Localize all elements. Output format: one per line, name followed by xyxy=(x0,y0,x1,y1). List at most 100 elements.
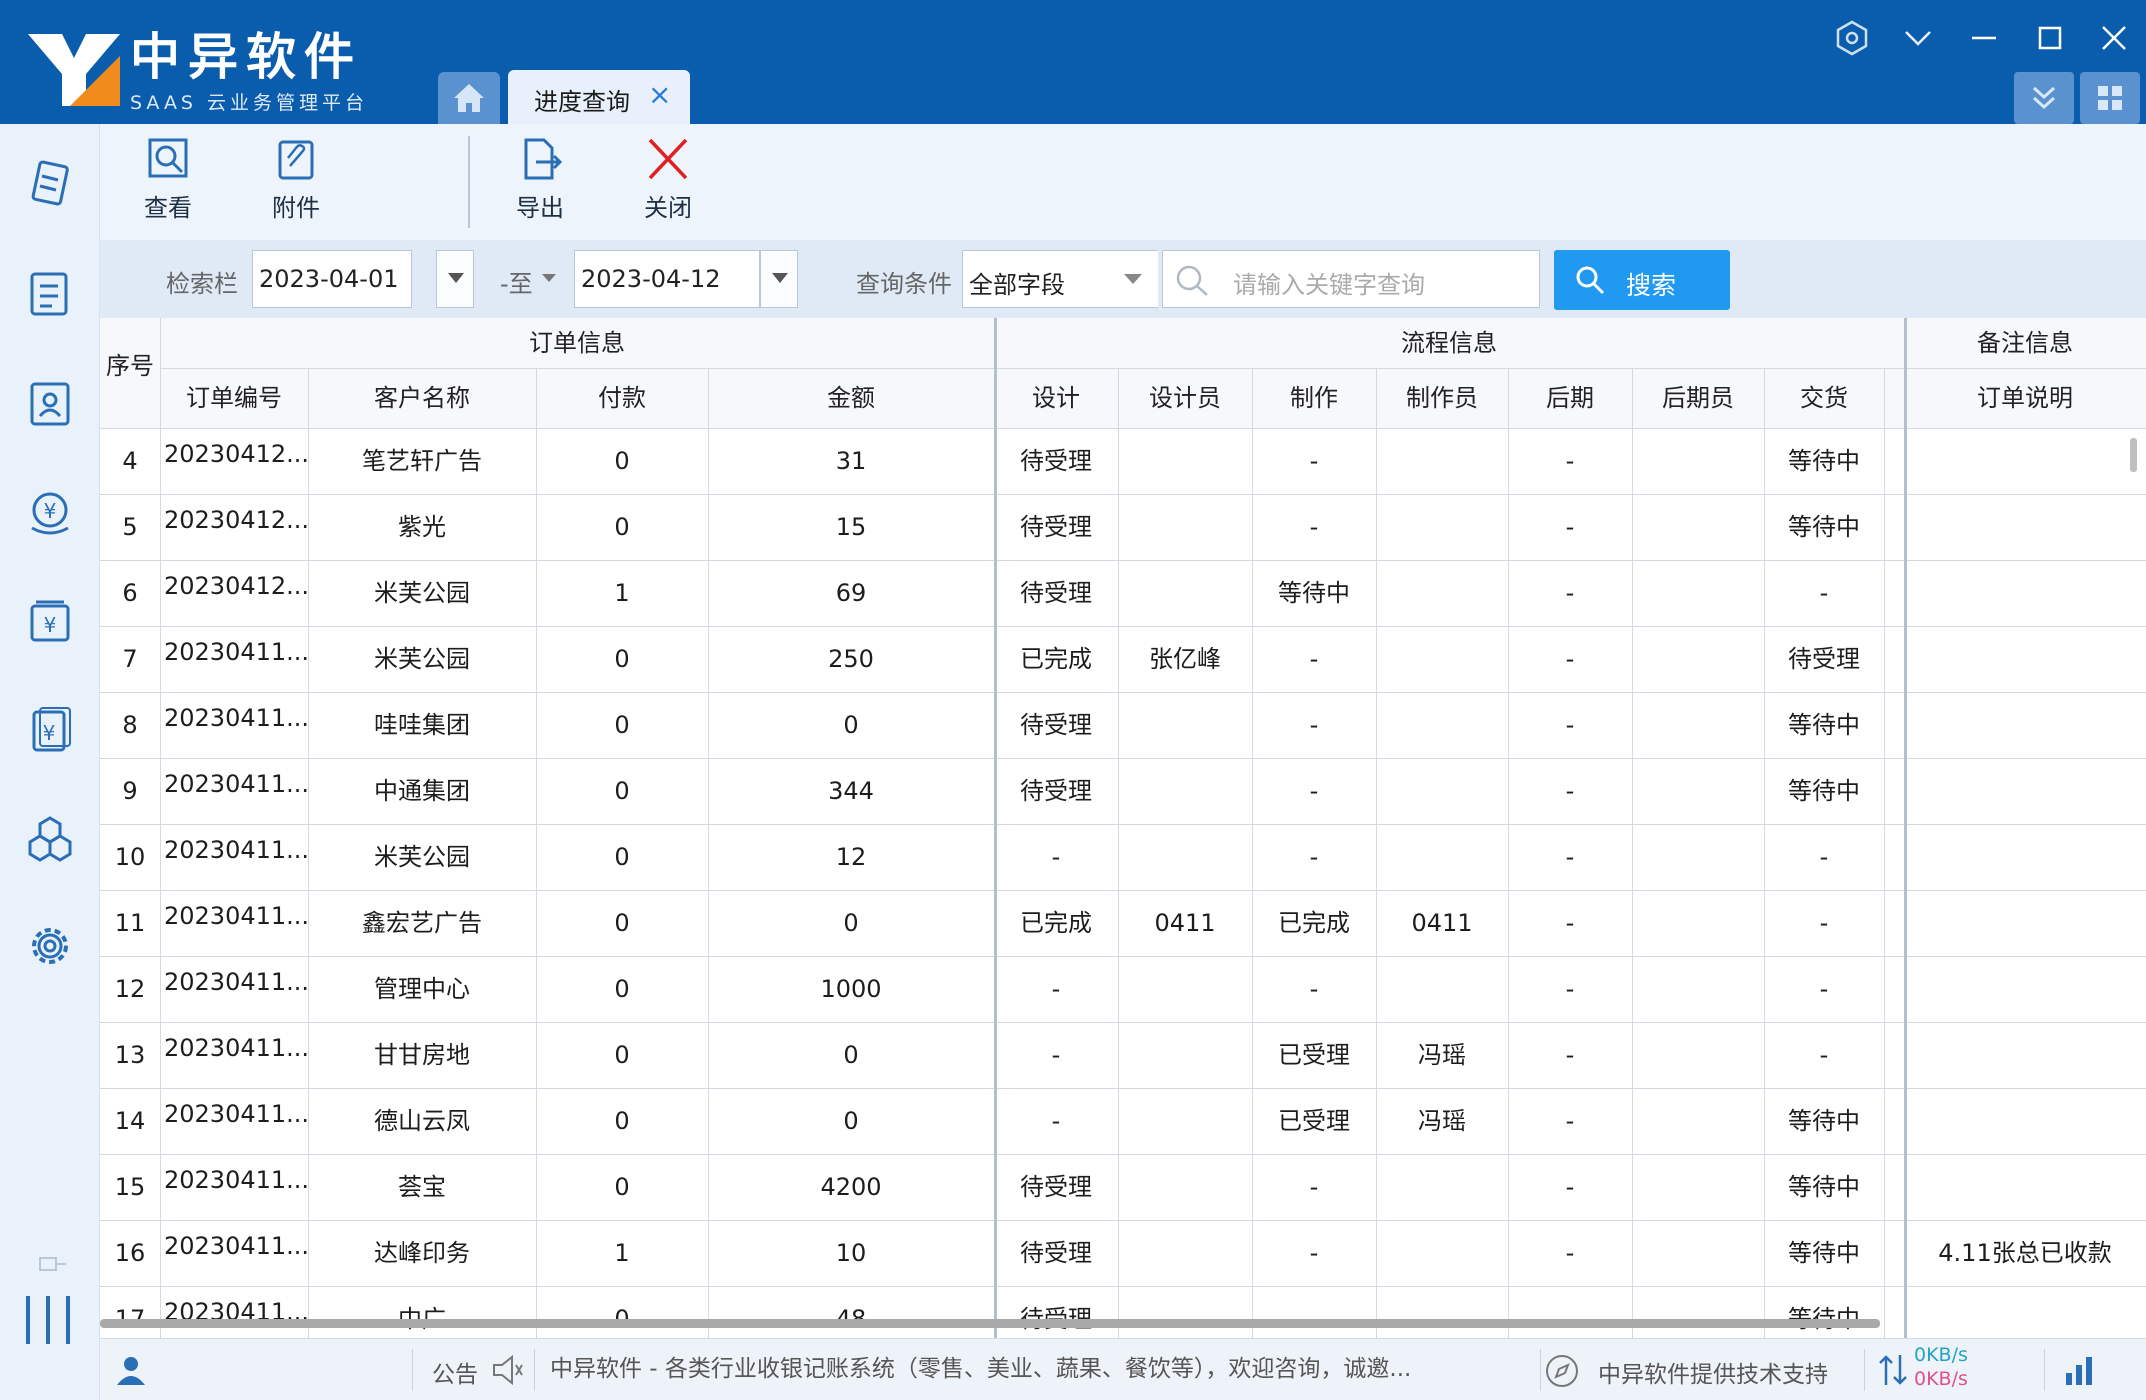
row-divider xyxy=(100,1088,2146,1089)
cell-order-note xyxy=(1904,1088,2146,1154)
sidebar-inventory-icon[interactable] xyxy=(22,810,78,866)
date-from-dropdown-icon[interactable] xyxy=(436,250,474,308)
cell-design: - xyxy=(1051,843,1061,871)
status-separator xyxy=(412,1349,413,1391)
row-divider xyxy=(100,1286,2146,1287)
sidebar-list-icon[interactable] xyxy=(22,266,78,322)
to-chevron-icon[interactable] xyxy=(542,274,556,284)
cell-delivery: 等待中 xyxy=(1788,711,1860,739)
cell-design: 待受理 xyxy=(1020,1173,1092,1201)
cell-post: - xyxy=(1565,447,1575,475)
condition-chevron-icon[interactable] xyxy=(1124,274,1142,286)
cell-post: - xyxy=(1565,1041,1575,1069)
column-header-designer: 设计员 xyxy=(1118,368,1252,428)
column-divider xyxy=(1904,318,1907,1338)
horizontal-scrollbar[interactable] xyxy=(100,1319,1880,1328)
tab-progress-query[interactable]: 进度查询 × xyxy=(508,70,690,124)
download-speed: 0KB/s xyxy=(1914,1368,1968,1390)
column-divider xyxy=(708,368,709,1338)
collapse-tabs-button[interactable] xyxy=(2014,72,2074,124)
cell-design: 待受理 xyxy=(1020,777,1092,805)
attachment-label: 附件 xyxy=(272,194,320,222)
cell-production: - xyxy=(1309,975,1319,1003)
tab-close-icon[interactable]: × xyxy=(648,78,671,111)
cell-post: - xyxy=(1565,843,1575,871)
sidebar-settings-gear-icon[interactable] xyxy=(22,918,78,974)
cell-production: 等待中 xyxy=(1278,579,1350,607)
header-seq: 序号 xyxy=(100,318,160,428)
close-window-icon[interactable] xyxy=(2092,16,2136,60)
cell-production: - xyxy=(1252,1286,1376,1338)
row-divider xyxy=(100,1154,2146,1155)
date-to-input[interactable]: 2023-04-12 xyxy=(574,250,760,308)
date-to-dropdown-icon[interactable] xyxy=(760,250,798,308)
notice-marquee[interactable]: 中异软件 - 各类行业收银记账系统（零售、美业、蔬果、餐饮等），欢迎咨询，诚邀.… xyxy=(550,1349,1596,1383)
column-header-order-no: 订单编号 xyxy=(160,368,308,428)
cell-post-staff xyxy=(1632,1286,1764,1338)
sidebar-orders-icon[interactable] xyxy=(22,156,78,212)
cell-post: - xyxy=(1565,909,1575,937)
speaker-icon[interactable] xyxy=(490,1353,526,1387)
cell-order-no: 20230411... xyxy=(164,902,308,930)
column-header-order-note: 订单说明 xyxy=(1904,368,2146,428)
group-header-process: 流程信息 xyxy=(994,318,1904,368)
cell-order-no: 20230411... xyxy=(164,1166,308,1194)
search-button[interactable]: 搜索 xyxy=(1554,250,1730,310)
search-label: 检索栏 xyxy=(166,270,238,298)
cell-design: - xyxy=(1051,975,1061,1003)
export-button[interactable]: 导出 xyxy=(490,138,590,234)
sidebar-cashier-icon[interactable]: ¥ xyxy=(22,594,78,650)
cell-order-note xyxy=(1904,428,2146,494)
toolbar-separator xyxy=(468,136,470,228)
signal-bars-icon[interactable] xyxy=(2062,1353,2096,1387)
cell-producer xyxy=(1376,494,1508,560)
maximize-icon[interactable] xyxy=(2028,16,2072,60)
sidebar-receipt-icon[interactable]: ¥ xyxy=(22,702,78,758)
attachment-button[interactable]: 附件 xyxy=(246,138,346,234)
cell-order-no: 20230411... xyxy=(164,704,308,732)
cell-seq: 6 xyxy=(122,579,138,607)
sidebar-finance-icon[interactable]: ¥ xyxy=(22,484,78,540)
upload-speed: 0KB/s xyxy=(1914,1344,1968,1366)
cell-production: - xyxy=(1309,1239,1319,1267)
group-header-order: 订单信息 xyxy=(160,318,994,368)
cell-production: 已完成 xyxy=(1278,909,1350,937)
cell-production: 已受理 xyxy=(1278,1107,1350,1135)
column-header-post: 后期 xyxy=(1508,368,1632,428)
sidebar-contacts-icon[interactable] xyxy=(22,376,78,432)
apps-grid-button[interactable] xyxy=(2080,72,2140,124)
brand-subtitle: SAAS 云业务管理平台 xyxy=(130,92,369,114)
keyword-input[interactable]: 请输入关键字查询 xyxy=(1162,250,1540,308)
cell-delivery: 等待中 xyxy=(1788,1173,1860,1201)
settings-hex-icon[interactable] xyxy=(1830,16,1874,60)
status-bar: 公告 中异软件 - 各类行业收银记账系统（零售、美业、蔬果、餐饮等），欢迎咨询，… xyxy=(100,1338,2146,1400)
home-tab[interactable] xyxy=(438,72,500,124)
keyword-placeholder: 请输入关键字查询 xyxy=(1233,271,1425,299)
vertical-scrollbar[interactable] xyxy=(2130,438,2137,472)
date-from-input[interactable]: 2023-04-01 xyxy=(252,250,412,308)
cell-customer: 笔艺轩广告 xyxy=(362,447,482,475)
dropdown-chevron-icon[interactable] xyxy=(1896,16,1940,60)
sidebar-pin-icon[interactable] xyxy=(22,1236,78,1292)
condition-label: 查询条件 xyxy=(856,270,952,298)
view-button[interactable]: 查看 xyxy=(118,138,218,234)
double-chevron-down-icon xyxy=(2032,86,2056,110)
cell-producer: 0411 xyxy=(1411,909,1473,937)
row-divider xyxy=(100,1220,2146,1221)
cell-post: - xyxy=(1565,777,1575,805)
cell-post-staff xyxy=(1632,626,1764,692)
cell-post-staff xyxy=(1632,560,1764,626)
user-icon[interactable] xyxy=(114,1353,148,1387)
cell-designer xyxy=(1118,1154,1252,1220)
cell-post: - xyxy=(1565,645,1575,673)
column-divider xyxy=(536,368,537,1338)
minimize-icon[interactable] xyxy=(1962,16,2006,60)
close-button[interactable]: 关闭 xyxy=(618,138,718,234)
cell-post-staff xyxy=(1632,824,1764,890)
cell-designer xyxy=(1118,1022,1252,1088)
cell-order-no: 20230411... xyxy=(164,770,308,798)
cell-order-no: 20230411... xyxy=(164,1232,308,1260)
cell-producer xyxy=(1376,626,1508,692)
cell-payment: 0 xyxy=(614,447,630,475)
sidebar-menu-bars-icon[interactable] xyxy=(22,1292,78,1348)
